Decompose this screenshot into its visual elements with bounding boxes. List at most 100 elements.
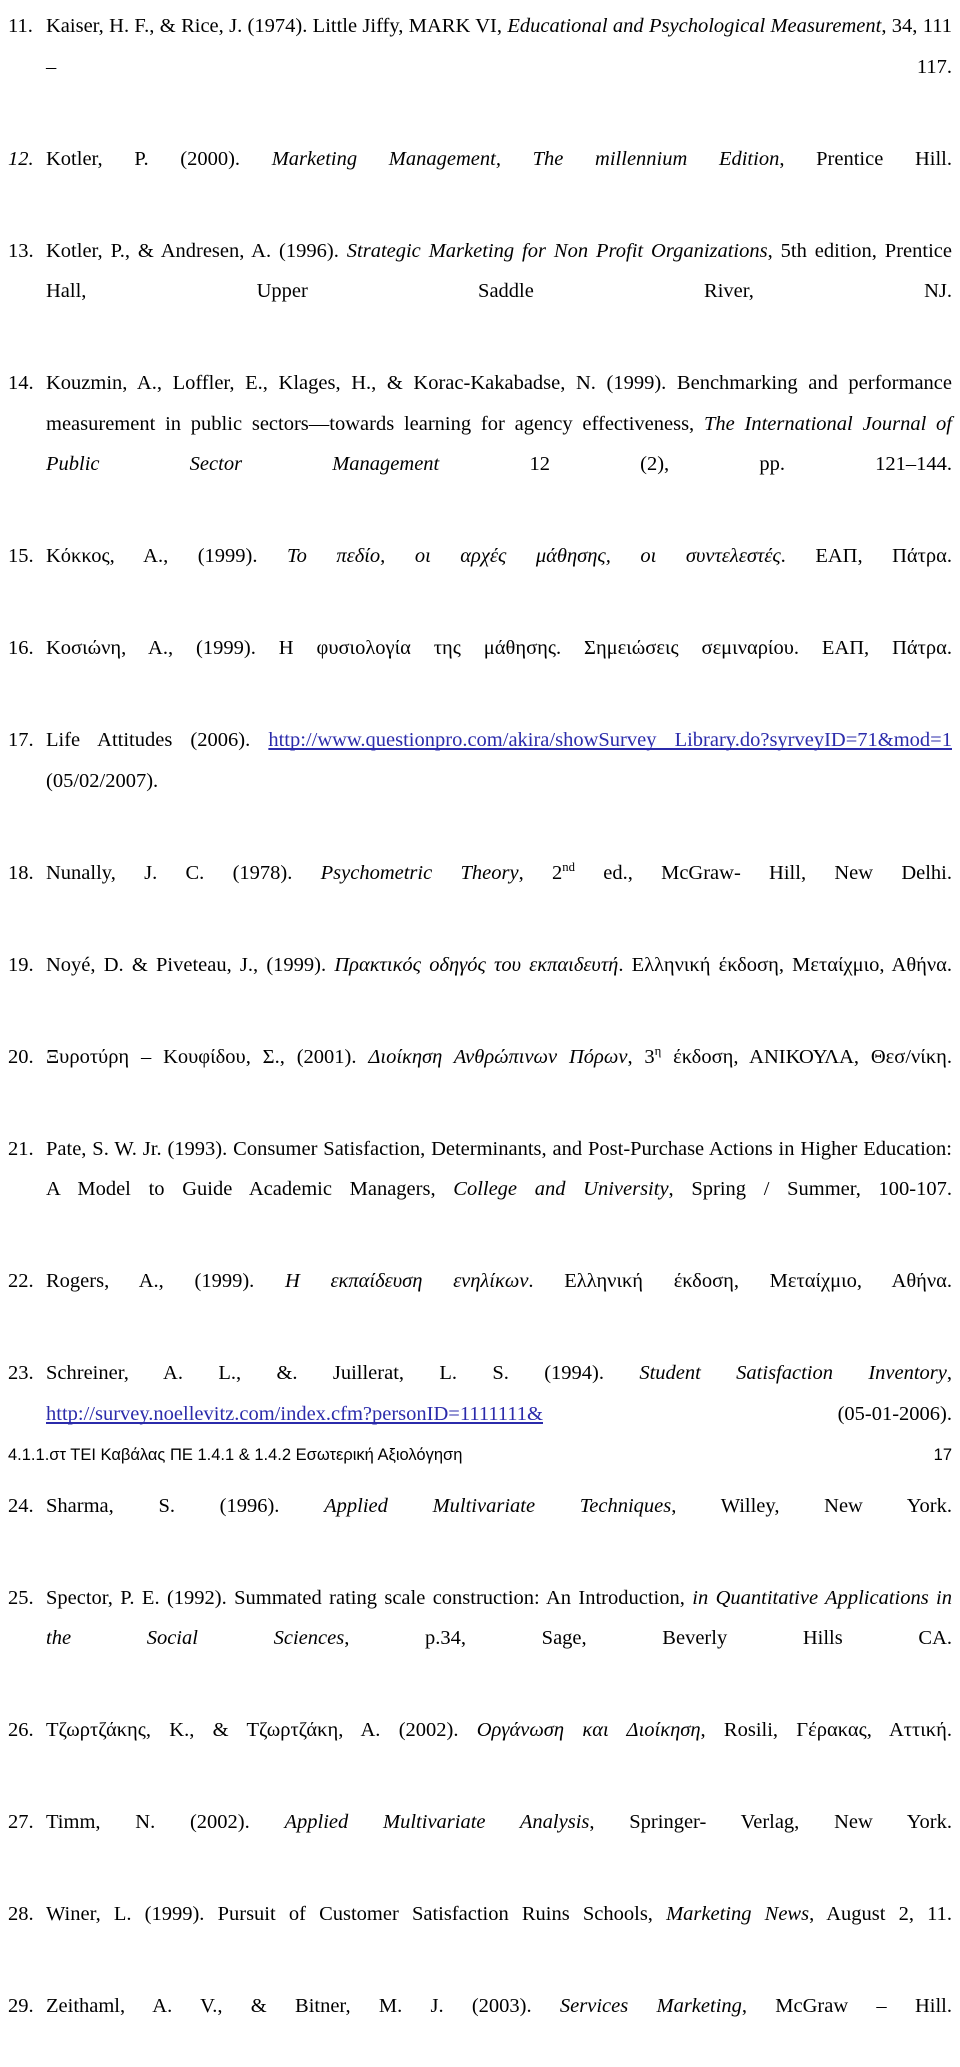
- reference-url-link[interactable]: http://www.questionpro.com/akira/showSur…: [268, 729, 952, 751]
- reference-text-run: Noyé, D. & Piveteau, J., (1999).: [46, 953, 335, 976]
- reference-entry: 13. Kotler, P., & Andresen, A. (1996). St…: [8, 231, 952, 353]
- reference-title-italic: Psychometric Theory: [320, 861, 519, 884]
- reference-text-run: Nunally, J. C. (1978).: [46, 861, 321, 884]
- document-page: 11. Kaiser, H. F., & Rice, J. (1974). Lit…: [0, 0, 960, 2017]
- reference-text-run: Κόκκος, Α., (1999).: [46, 545, 288, 567]
- reference-text-run: Ξυροτύρη – Κουφίδου, Σ., (2001).: [46, 1045, 369, 1068]
- reference-text-run: Kotler, P., & Andresen, A. (1996).: [46, 239, 347, 262]
- reference-title-italic: Services Marketing: [559, 1995, 742, 2017]
- reference-title-italic: Applied Multivariate Techniques: [324, 1494, 672, 1517]
- reference-text-run: Life Attitudes (2006).: [46, 729, 269, 751]
- reference-text: Nunally, J. C. (1978). Psychometric Theo…: [46, 853, 952, 934]
- reference-text-run: , 3: [627, 1045, 655, 1068]
- reference-text-run: , 2: [518, 861, 563, 884]
- reference-text: Sharma, S. (1996). Applied Multivariate …: [46, 1486, 952, 1567]
- reference-text-run: Kaiser, H. F., & Rice, J. (1974). Little…: [46, 15, 508, 37]
- reference-title-italic: Marketing Management, The millennium Edi…: [271, 147, 780, 170]
- reference-entry: 29. Zeithaml, A. V., & Bitner, M. J. (200…: [8, 1986, 952, 2067]
- reference-number: 25.: [8, 1586, 34, 1609]
- reference-title-italic: Η εκπαίδευση ενηλίκων: [284, 1270, 529, 1292]
- reference-entry: 17. Life Attitudes (2006). http://www.que…: [8, 720, 952, 842]
- reference-entry: 26. Τζωρτζάκης, Κ., & Τζωρτζάκη, Α. (2002…: [8, 1710, 952, 1791]
- page-footer: 4.1.1.στ ΤΕΙ Καβάλας ΠΕ 1.4.1 & 1.4.2 Εσ…: [8, 1446, 952, 1465]
- reference-entry: 14. Kouzmin, A., Loffler, E., Klages, H.,…: [8, 363, 952, 525]
- reference-text-run: Winer, L. (1999). Pursuit of Customer Sa…: [46, 1903, 667, 1925]
- page-number: 17: [933, 1446, 952, 1464]
- reference-text-run: Κοσιώνη, Α., (1999). Η φυσιολογία της μά…: [46, 637, 952, 659]
- reference-text: Noyé, D. & Piveteau, J., (1999). Πρακτικ…: [46, 945, 952, 1026]
- reference-list: 11. Kaiser, H. F., & Rice, J. (1974). Lit…: [8, 6, 952, 2067]
- reference-number: 12.: [8, 147, 34, 170]
- reference-text-run: Schreiner, A. L., &. Juillerat, L. S. (1…: [46, 1362, 640, 1384]
- reference-text: Rogers, A., (1999). Η εκπαίδευση ενηλίκω…: [46, 1261, 952, 1342]
- reference-text-run: Timm, N. (2002).: [46, 1811, 285, 1833]
- reference-url-link[interactable]: http://survey.noellevitz.com/index.cfm?p…: [46, 1403, 543, 1425]
- reference-entry: 20. Ξυροτύρη – Κουφίδου, Σ., (2001). Διοί…: [8, 1037, 952, 1118]
- reference-text-run: Zeithaml, A. V., & Bitner, M. J. (2003).: [46, 1995, 560, 2017]
- reference-entry: 19. Noyé, D. & Piveteau, J., (1999). Πρακ…: [8, 945, 952, 1026]
- reference-text: Pate, S. W. Jr. (1993). Consumer Satisfa…: [46, 1129, 952, 1251]
- reference-text-run: Kotler, P. (2000).: [46, 147, 272, 170]
- reference-text-run: , McGraw – Hill.: [741, 1995, 952, 2017]
- reference-text-run: (05-01-2006).: [543, 1402, 952, 1425]
- reference-text-run: (05/02/2007).: [46, 769, 159, 792]
- reference-entry: 11. Kaiser, H. F., & Rice, J. (1974). Lit…: [8, 6, 952, 128]
- reference-text-run: , August 2, 11.: [809, 1903, 953, 1925]
- reference-text-run: , Prentice Hill.: [779, 147, 952, 170]
- reference-title-italic: Διοίκηση Ανθρώπινων Πόρων: [368, 1045, 628, 1068]
- reference-title-italic: Πρακτικός οδηγός του εκπαιδευτή: [334, 953, 619, 976]
- reference-text: Kotler, P. (2000). Marketing Management,…: [46, 139, 952, 220]
- reference-text: Zeithaml, A. V., & Bitner, M. J. (2003).…: [46, 1986, 952, 2067]
- reference-text: Kaiser, H. F., & Rice, J. (1974). Little…: [46, 6, 952, 128]
- reference-text-run: Spector, P. E. (1992). Summated rating s…: [46, 1586, 693, 1609]
- reference-superscript: nd: [562, 859, 575, 874]
- reference-entry: 22. Rogers, A., (1999). Η εκπαίδευση ενηλ…: [8, 1261, 952, 1342]
- reference-number: 27.: [8, 1811, 34, 1833]
- reference-text-run: , Spring / Summer, 100-107.: [668, 1178, 953, 1200]
- reference-text: Kotler, P., & Andresen, A. (1996). Strat…: [46, 231, 952, 353]
- reference-title-italic: Educational and Psychological Measuremen…: [507, 15, 882, 37]
- reference-title-italic: Οργάνωση και Διοίκηση: [476, 1719, 701, 1741]
- reference-title-italic: College and University: [453, 1178, 669, 1200]
- reference-title-italic: Marketing News: [666, 1903, 810, 1925]
- reference-entry: 15. Κόκκος, Α., (1999). Το πεδίο, οι αρχέ…: [8, 536, 952, 617]
- reference-entry: 27. Timm, N. (2002). Applied Multivariate…: [8, 1802, 952, 1883]
- reference-text: Timm, N. (2002). Applied Multivariate An…: [46, 1802, 952, 1883]
- reference-number: 15.: [8, 545, 34, 567]
- reference-title-italic: Strategic Marketing for Non Profit Organ…: [346, 239, 768, 262]
- reference-entry: 25. Spector, P. E. (1992). Summated ratin…: [8, 1578, 952, 1700]
- reference-text-run: Τζωρτζάκης, Κ., & Τζωρτζάκη, Α. (2002).: [46, 1719, 477, 1741]
- reference-title-italic: Student Satisfaction Inventory: [639, 1362, 947, 1384]
- reference-number: 29.: [8, 1995, 34, 2017]
- reference-text-run: ,: [946, 1362, 952, 1384]
- reference-text: Kouzmin, A., Loffler, E., Klages, H., & …: [46, 363, 952, 525]
- reference-text: Spector, P. E. (1992). Summated rating s…: [46, 1578, 952, 1700]
- reference-number: 26.: [8, 1719, 34, 1741]
- reference-title-italic: Applied Multivariate Analysis: [284, 1811, 590, 1833]
- reference-text: Winer, L. (1999). Pursuit of Customer Sa…: [46, 1894, 952, 1975]
- reference-number: 20.: [8, 1045, 34, 1068]
- reference-entry: 21. Pate, S. W. Jr. (1993). Consumer Sati…: [8, 1129, 952, 1251]
- reference-entry: 12. Kotler, P. (2000). Marketing Manageme…: [8, 139, 952, 220]
- reference-text-run: έκδοση, ΑΝΙΚΟΥΛΑ, Θεσ/νίκη.: [661, 1045, 952, 1068]
- reference-text-run: , Rosili, Γέρακας, Αττική.: [700, 1719, 952, 1741]
- reference-number: 11.: [8, 15, 33, 37]
- reference-entry: 16. Κοσιώνη, Α., (1999). Η φυσιολογία της…: [8, 628, 952, 709]
- footer-note: 4.1.1.στ ΤΕΙ Καβάλας ΠΕ 1.4.1 & 1.4.2 Εσ…: [8, 1446, 463, 1464]
- reference-text-run: , p.34, Sage, Beverly Hills CA.: [344, 1627, 953, 1649]
- reference-text-run: , Willey, New York.: [671, 1494, 952, 1517]
- reference-text-run: Rogers, A., (1999).: [46, 1270, 285, 1292]
- reference-number: 18.: [8, 861, 34, 884]
- reference-entry: 28. Winer, L. (1999). Pursuit of Customer…: [8, 1894, 952, 1975]
- reference-number: 16.: [8, 637, 34, 659]
- reference-text: Ξυροτύρη – Κουφίδου, Σ., (2001). Διοίκησ…: [46, 1037, 952, 1118]
- reference-text-run: . ΕΑΠ, Πάτρα.: [780, 545, 952, 567]
- reference-entry: 18. Nunally, J. C. (1978). Psychometric T…: [8, 853, 952, 934]
- reference-number: 19.: [8, 953, 34, 976]
- reference-text: Τζωρτζάκης, Κ., & Τζωρτζάκη, Α. (2002). …: [46, 1710, 952, 1791]
- reference-number: 28.: [8, 1903, 34, 1925]
- reference-text: Κόκκος, Α., (1999). Το πεδίο, οι αρχές μ…: [46, 536, 952, 617]
- reference-text-run: Sharma, S. (1996).: [46, 1494, 325, 1517]
- reference-number: 23.: [8, 1362, 34, 1384]
- reference-text-run: . Ελληνική έκδοση, Μεταίχμιο, Αθήνα.: [528, 1270, 953, 1292]
